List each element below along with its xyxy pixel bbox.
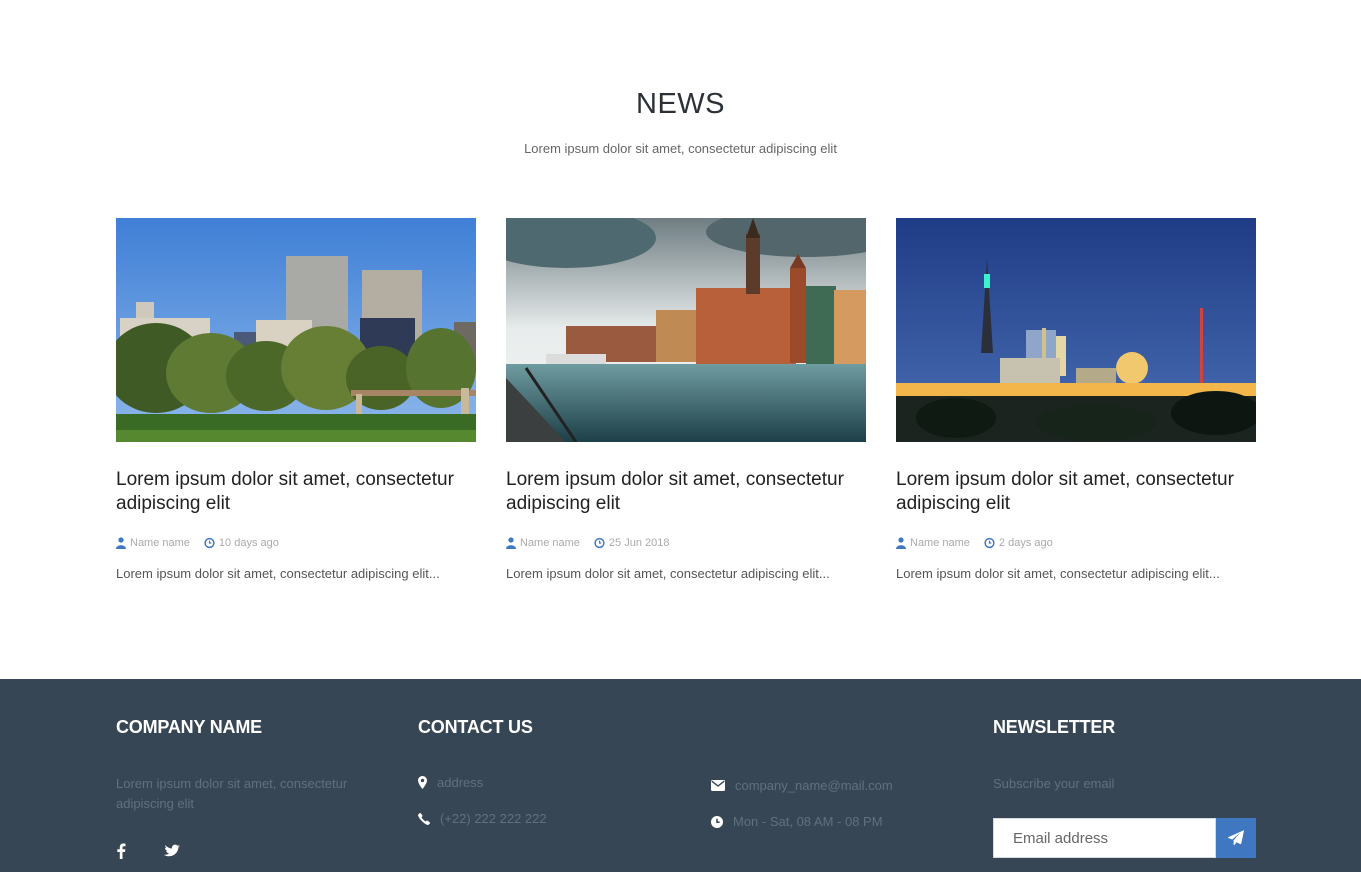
contact-address: address (418, 775, 483, 790)
clock-icon (711, 815, 723, 828)
news-card-meta: Name name 10 days ago (116, 536, 476, 550)
news-section: NEWS Lorem ipsum dolor sit amet, consect… (0, 0, 1361, 679)
newsletter-label: Subscribe your email (993, 776, 1115, 791)
news-image-old-town[interactable] (506, 218, 866, 442)
contact-phone: (+22) 222 222 222 (418, 811, 547, 826)
envelope-icon (711, 780, 725, 791)
phone-icon (418, 812, 430, 825)
address-text: address (437, 775, 484, 790)
post-date: 25 Jun 2018 (608, 537, 670, 549)
map-marker-icon (418, 776, 427, 789)
news-image-night-city[interactable] (896, 218, 1256, 442)
news-card: Lorem ipsum dolor sit amet, consectetur … (896, 218, 1256, 581)
author-name: Name name (910, 537, 970, 549)
post-date: 10 days ago (218, 537, 279, 549)
clock-icon (984, 537, 995, 549)
company-heading: COMPANY NAME (116, 717, 262, 737)
news-card-excerpt: Lorem ipsum dolor sit amet, consectetur … (506, 566, 830, 581)
clock-icon (594, 537, 605, 549)
site-footer: COMPANY NAME Lorem ipsum dolor sit amet,… (0, 679, 1361, 872)
news-card-excerpt: Lorem ipsum dolor sit amet, consectetur … (116, 566, 440, 581)
twitter-icon[interactable] (164, 844, 180, 858)
news-card-meta: Name name 2 days ago (896, 536, 1256, 550)
email-field[interactable] (993, 818, 1216, 858)
author-name: Name name (520, 537, 580, 549)
news-card-title[interactable]: Lorem ipsum dolor sit amet, consectetur … (896, 468, 1256, 516)
company-description: Lorem ipsum dolor sit amet, consectetur … (116, 776, 348, 811)
clock-icon (204, 537, 215, 549)
phone-text: (+22) 222 222 222 (440, 811, 547, 826)
author-name: Name name (130, 537, 190, 549)
section-subtitle: Lorem ipsum dolor sit amet, consectetur … (524, 141, 837, 156)
news-card: Lorem ipsum dolor sit amet, consectetur … (506, 218, 866, 581)
post-date: 2 days ago (998, 537, 1053, 549)
hours-text: Mon - Sat, 08 AM - 08 PM (733, 814, 883, 829)
news-image-city-park[interactable] (116, 218, 476, 442)
news-card-title[interactable]: Lorem ipsum dolor sit amet, consectetur … (116, 468, 476, 516)
contact-email: company_name@mail.com (711, 778, 893, 793)
contact-heading: CONTACT US (418, 717, 533, 737)
news-card-meta: Name name 25 Jun 2018 (506, 536, 866, 550)
news-card-excerpt: Lorem ipsum dolor sit amet, consectetur … (896, 566, 1220, 581)
contact-hours: Mon - Sat, 08 AM - 08 PM (711, 814, 883, 829)
social-links (116, 843, 180, 859)
paper-plane-icon (1228, 830, 1244, 846)
newsletter-heading: NEWSLETTER (993, 717, 1115, 737)
facebook-icon[interactable] (116, 843, 126, 859)
user-icon (896, 537, 906, 549)
user-icon (116, 537, 126, 549)
subscribe-button[interactable] (1216, 818, 1256, 858)
user-icon (506, 537, 516, 549)
section-title: NEWS (636, 88, 725, 120)
news-card-title[interactable]: Lorem ipsum dolor sit amet, consectetur … (506, 468, 866, 516)
news-card: Lorem ipsum dolor sit amet, consectetur … (116, 218, 476, 581)
email-text[interactable]: company_name@mail.com (735, 778, 893, 793)
